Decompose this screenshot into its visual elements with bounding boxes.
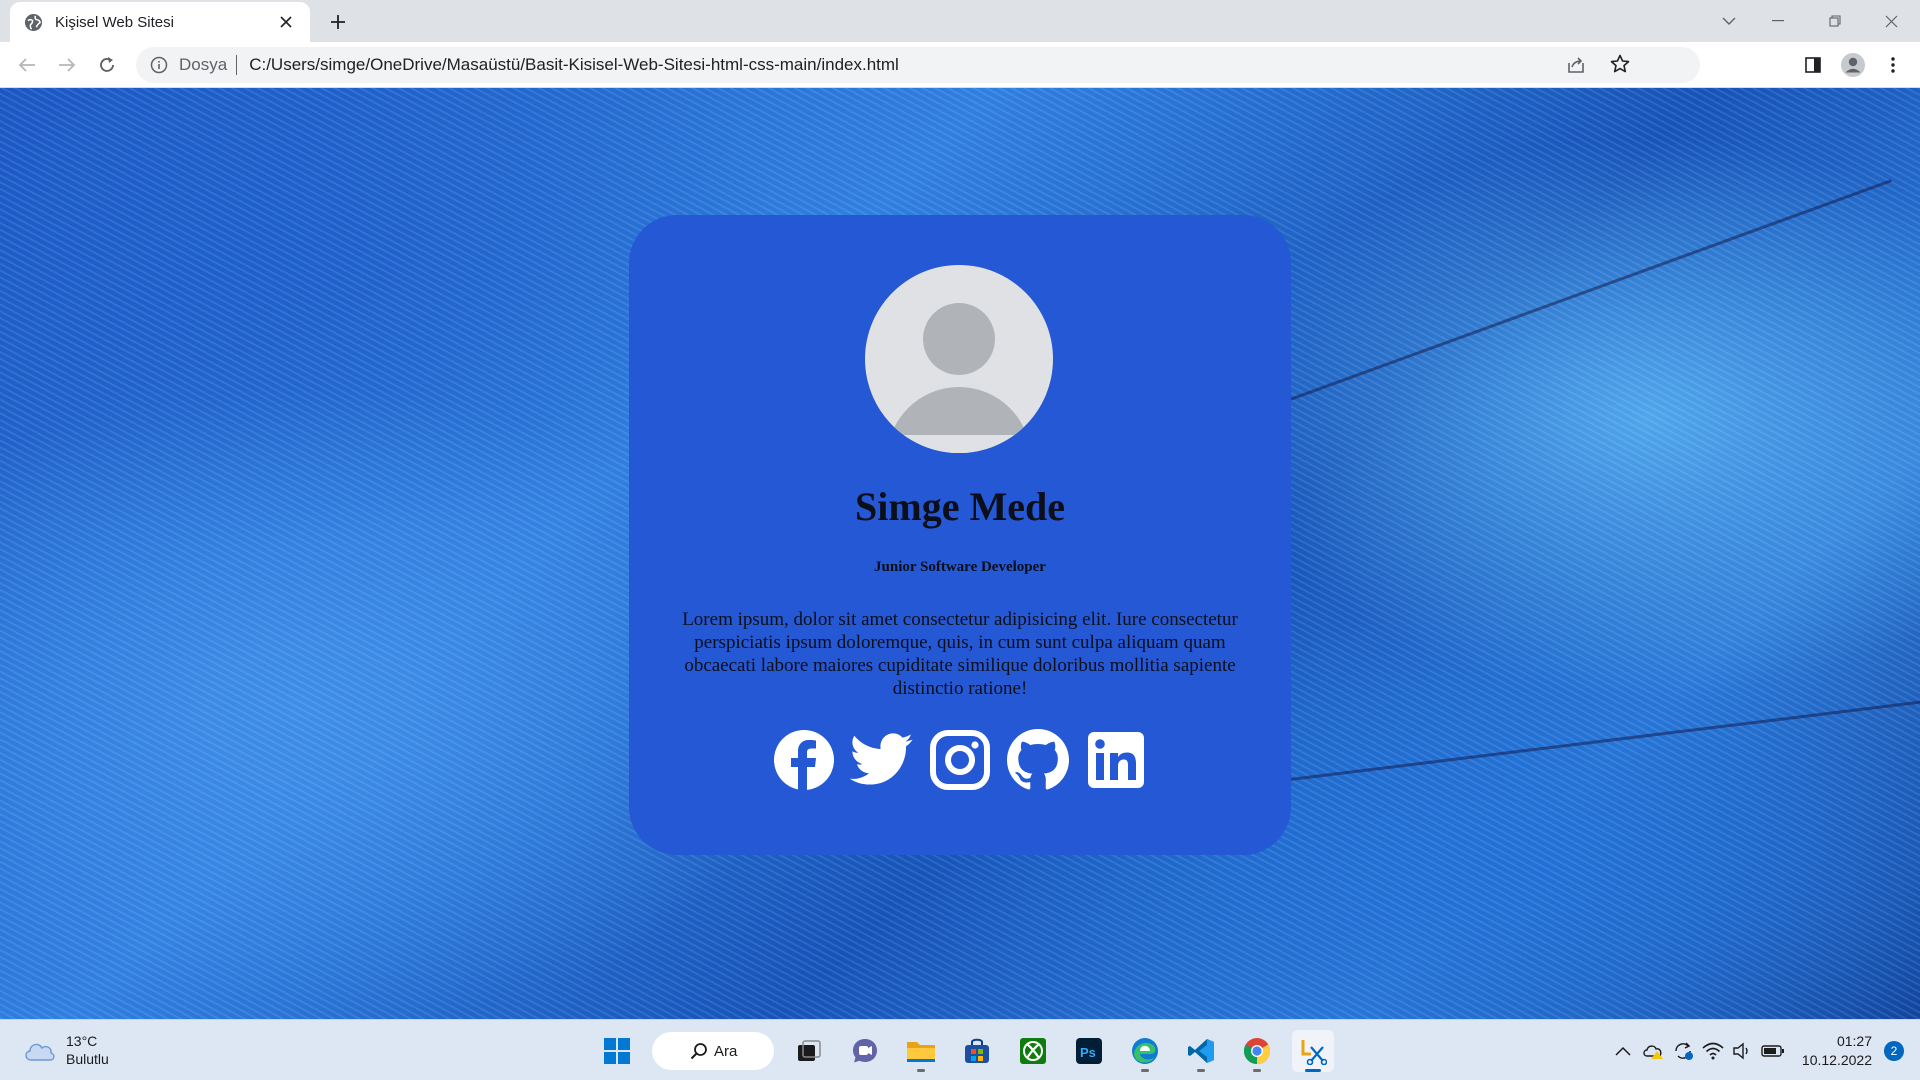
- avatar-head: [923, 303, 995, 375]
- window-controls: [1709, 0, 1920, 42]
- volume-icon[interactable]: [1728, 1036, 1758, 1066]
- chevron-up-icon[interactable]: [1608, 1036, 1638, 1066]
- new-tab-button[interactable]: [326, 10, 350, 34]
- avatar-mask: [865, 435, 1053, 453]
- clock-time: 01:27: [1836, 1032, 1872, 1049]
- weather-widget[interactable]: 13°C Bulutlu: [22, 1032, 109, 1068]
- search-icon: [690, 1042, 708, 1060]
- file-explorer-icon[interactable]: [900, 1030, 942, 1072]
- wifi-icon[interactable]: [1698, 1036, 1728, 1066]
- battery-icon[interactable]: [1758, 1036, 1788, 1066]
- taskbar: 13°C Bulutlu Ara Ps 01:27 10.12.2022 2: [0, 1019, 1920, 1080]
- sync-icon[interactable]: [1668, 1036, 1698, 1066]
- browser-tab[interactable]: Kişisel Web Sitesi: [10, 2, 310, 42]
- tab-strip: Kişisel Web Sitesi: [0, 0, 1920, 42]
- profile-avatar-icon[interactable]: [1840, 53, 1866, 77]
- tab-title: Kişisel Web Sitesi: [55, 13, 174, 31]
- scheme-divider: [236, 55, 238, 75]
- linkedin-icon[interactable]: [1084, 729, 1148, 791]
- address-bar[interactable]: Dosya C:/Users/simge/OneDrive/Masaüstü/B…: [136, 47, 1700, 83]
- start-icon[interactable]: [596, 1030, 638, 1072]
- edge-icon[interactable]: [1124, 1030, 1166, 1072]
- page-viewport: Simge Mede Junior Software Developer Lor…: [0, 88, 1920, 1019]
- photoshop-icon[interactable]: Ps: [1068, 1030, 1110, 1072]
- running-indicator: [1253, 1069, 1261, 1072]
- clock[interactable]: 01:27 10.12.2022: [1802, 1032, 1872, 1070]
- reload-icon[interactable]: [94, 53, 120, 77]
- vscode-icon[interactable]: [1180, 1030, 1222, 1072]
- weather-temperature: 13°C: [66, 1033, 98, 1049]
- profile-card: Simge Mede Junior Software Developer Lor…: [629, 215, 1291, 855]
- url-text[interactable]: C:/Users/simge/OneDrive/Masaüstü/Basit-K…: [249, 55, 899, 75]
- github-icon[interactable]: [1006, 729, 1070, 791]
- taskbar-search[interactable]: Ara: [652, 1032, 774, 1070]
- running-indicator: [917, 1069, 925, 1072]
- close-tab-icon[interactable]: [276, 12, 296, 32]
- running-indicator: [1305, 1069, 1321, 1072]
- onedrive-warning-icon[interactable]: [1638, 1036, 1668, 1066]
- info-icon[interactable]: [150, 56, 168, 74]
- running-indicator: [1141, 1069, 1149, 1072]
- background-feather-shaft: [1289, 179, 1892, 401]
- back-icon[interactable]: [14, 53, 40, 77]
- system-tray: 01:27 10.12.2022 2: [1608, 1020, 1920, 1080]
- forward-icon[interactable]: [54, 53, 80, 77]
- facebook-icon[interactable]: [772, 729, 836, 791]
- share-icon[interactable]: [1566, 55, 1588, 75]
- twitter-icon[interactable]: [850, 729, 914, 791]
- profile-name: Simge Mede: [855, 484, 1065, 529]
- browser-toolbar: Dosya C:/Users/simge/OneDrive/Masaüstü/B…: [0, 42, 1920, 88]
- search-label: Ara: [714, 1042, 738, 1060]
- teams-chat-icon[interactable]: [844, 1030, 886, 1072]
- svg-text:Ps: Ps: [1080, 1045, 1096, 1060]
- chrome-icon[interactable]: [1236, 1030, 1278, 1072]
- xbox-icon[interactable]: [1012, 1030, 1054, 1072]
- menu-dots-icon[interactable]: [1880, 53, 1906, 77]
- task-view-icon[interactable]: [788, 1030, 830, 1072]
- tab-search-icon[interactable]: [1709, 0, 1749, 42]
- minimize-icon[interactable]: [1749, 0, 1806, 42]
- running-indicator: [1197, 1069, 1205, 1072]
- notification-badge[interactable]: 2: [1884, 1040, 1904, 1061]
- cloud-icon: [22, 1038, 56, 1062]
- profile-role: Junior Software Developer: [874, 559, 1046, 575]
- globe-icon: [24, 13, 43, 32]
- profile-bio: Lorem ipsum, dolor sit amet consectetur …: [682, 609, 1238, 699]
- restore-icon[interactable]: [1806, 0, 1863, 42]
- bookmark-star-icon[interactable]: [1610, 54, 1632, 76]
- taskbar-apps: Ara Ps: [596, 1028, 1334, 1074]
- instagram-icon[interactable]: [928, 729, 992, 791]
- snipping-tool-icon[interactable]: [1292, 1030, 1334, 1072]
- clock-date: 10.12.2022: [1801, 1051, 1872, 1068]
- scheme-label: Dosya: [179, 55, 228, 74]
- social-links: [629, 729, 1291, 791]
- avatar: [865, 265, 1053, 453]
- weather-condition: Bulutlu: [66, 1051, 109, 1067]
- microsoft-store-icon[interactable]: [956, 1030, 998, 1072]
- side-panel-icon[interactable]: [1800, 53, 1826, 77]
- close-window-icon[interactable]: [1863, 0, 1920, 42]
- background-feather-shaft: [1289, 700, 1920, 781]
